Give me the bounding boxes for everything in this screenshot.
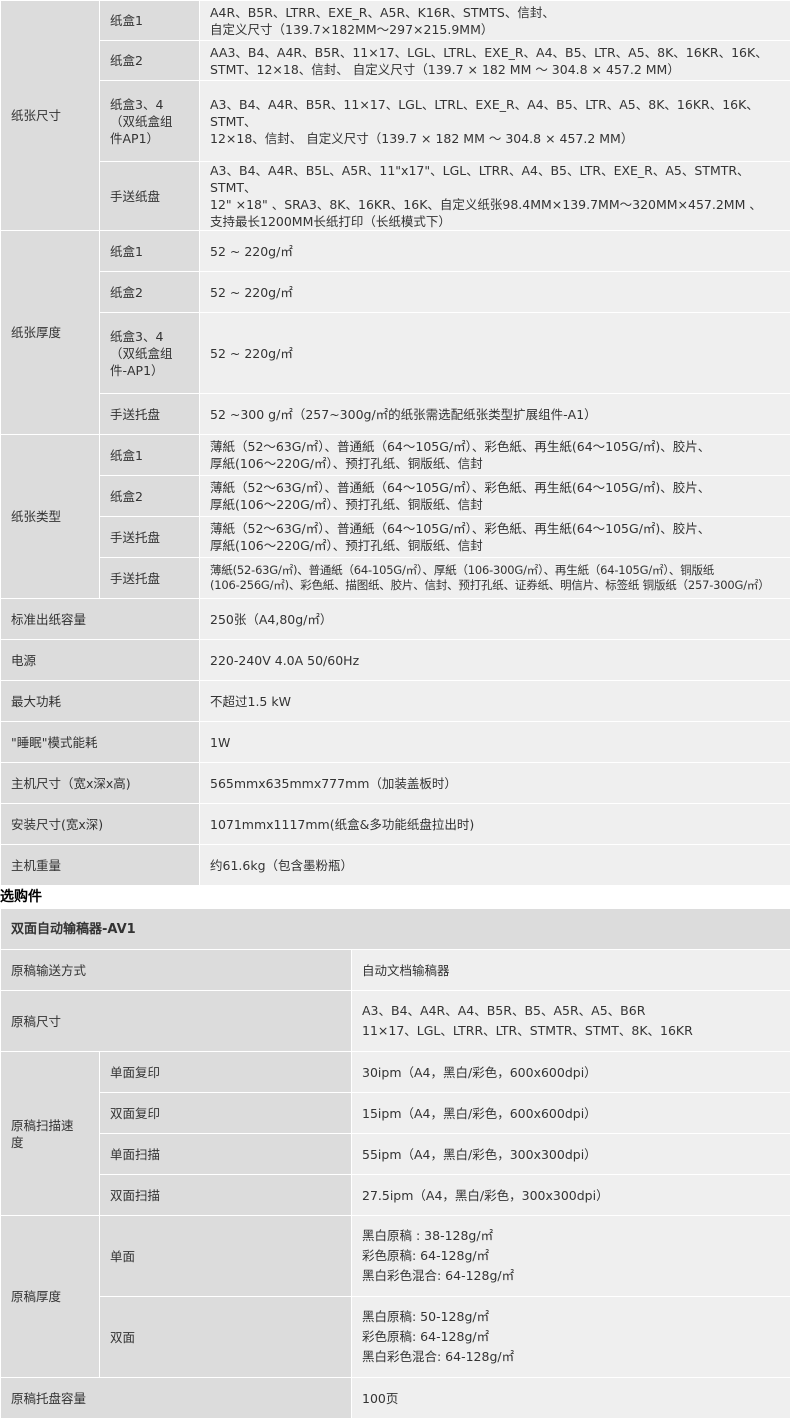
table-row: 双面 黑白原稿: 50-128g/㎡ 彩色原稿: 64-128g/㎡ 黑白彩色混… — [1, 1297, 790, 1378]
table-row: 最大功耗 不超过1.5 kW — [1, 681, 790, 722]
row-value: 薄紙（52～63G/㎡）、普通紙（64～105G/㎡）、彩色紙、再生紙(64～1… — [200, 435, 790, 476]
table-row: 原稿尺寸 A3、B4、A4R、A4、B5R、B5、A5R、A5、B6R 11×1… — [1, 991, 790, 1052]
table-row: 纸张厚度 纸盒1 52 ~ 220g/㎡ — [1, 231, 790, 272]
power-label: 电源 — [1, 640, 200, 681]
dimensions-label: 主机尺寸（宽x深x高) — [1, 763, 200, 804]
row-sub-label: 纸盒2 — [100, 272, 200, 313]
row-sub-label: 手送托盘 — [100, 394, 200, 435]
install-size-value: 1071mmx1117mm(纸盒&多功能纸盘拉出时) — [200, 804, 790, 845]
row-value: 52 ~ 220g/㎡ — [200, 272, 790, 313]
paper-weight-label: 纸张厚度 — [1, 231, 100, 435]
table-row: 原稿厚度 单面 黑白原稿 : 38-128g/㎡ 彩色原稿: 64-128g/㎡… — [1, 1216, 790, 1297]
table-row: 纸盒2 52 ~ 220g/㎡ — [1, 272, 790, 313]
row-value: 薄紙（52～63G/㎡）、普通紙（64～105G/㎡）、彩色紙、再生紙(64～1… — [200, 476, 790, 517]
row-sub-label: 手送纸盘 — [100, 162, 200, 231]
table-row: "睡眠"模式能耗 1W — [1, 722, 790, 763]
weight-label: 主机重量 — [1, 845, 200, 886]
table-row: 单面扫描 55ipm（A4，黑白/彩色，300x300dpi） — [1, 1134, 790, 1175]
sleep-power-label: "睡眠"模式能耗 — [1, 722, 200, 763]
options-section-title: 选购件 — [0, 886, 790, 908]
power-value: 220-240V 4.0A 50/60Hz — [200, 640, 790, 681]
options-table: 双面自动输稿器-AV1 原稿输送方式 自动文档输稿器 原稿尺寸 A3、B4、A4… — [0, 908, 790, 1419]
row-sub-label: 手送托盘 — [100, 558, 200, 599]
table-row: 双面扫描 27.5ipm（A4，黑白/彩色，300x300dpi） — [1, 1175, 790, 1216]
row-value: 52 ~ 220g/㎡ — [200, 313, 790, 394]
row-value: A3、B4、A4R、B5R、11×17、LGL、LTRL、EXE_R、A4、B5… — [200, 81, 790, 162]
row-sub-label: 单面扫描 — [100, 1134, 352, 1175]
original-size-label: 原稿尺寸 — [1, 991, 352, 1052]
output-capacity-value: 250张（A4,80g/㎡） — [200, 599, 790, 640]
row-value: 薄紙(52-63G/㎡)、普通紙（64-105G/㎡）、厚紙（106-300G/… — [200, 558, 790, 599]
feed-method-value: 自动文档输稿器 — [352, 950, 790, 991]
row-sub-label: 纸盒2 — [100, 41, 200, 81]
scan-speed-label: 原稿扫描速 度 — [1, 1052, 100, 1216]
weight-value: 约61.6kg（包含墨粉瓶） — [200, 845, 790, 886]
table-row: 纸张尺寸 纸盒1 A4R、B5R、LTRR、EXE_R、A5R、K16R、STM… — [1, 1, 790, 41]
table-row: 原稿托盘容量 100页 — [1, 1378, 790, 1419]
original-weight-label: 原稿厚度 — [1, 1216, 100, 1378]
row-value: AA3、B4、A4R、B5R、11×17、LGL、LTRL、EXE_R、A4、B… — [200, 41, 790, 81]
tray-capacity-value: 100页 — [352, 1378, 790, 1419]
row-value: A4R、B5R、LTRR、EXE_R、A5R、K16R、STMTS、信封、 自定… — [200, 1, 790, 41]
output-capacity-label: 标准出纸容量 — [1, 599, 200, 640]
max-power-value: 不超过1.5 kW — [200, 681, 790, 722]
dimensions-value: 565mmx635mmx777mm（加装盖板时） — [200, 763, 790, 804]
table-row: 电源 220-240V 4.0A 50/60Hz — [1, 640, 790, 681]
table-row: 安装尺寸(宽x深) 1071mmx1117mm(纸盒&多功能纸盘拉出时) — [1, 804, 790, 845]
sleep-power-value: 1W — [200, 722, 790, 763]
paper-size-label: 纸张尺寸 — [1, 1, 100, 231]
row-sub-label: 纸盒1 — [100, 231, 200, 272]
table-row: 原稿扫描速 度 单面复印 30ipm（A4，黑白/彩色，600x600dpi） — [1, 1052, 790, 1093]
row-value: 15ipm（A4，黑白/彩色，600x600dpi） — [352, 1093, 790, 1134]
table-row: 主机重量 约61.6kg（包含墨粉瓶） — [1, 845, 790, 886]
table-row: 纸张类型 纸盒1 薄紙（52～63G/㎡）、普通紙（64～105G/㎡）、彩色紙… — [1, 435, 790, 476]
install-size-label: 安装尺寸(宽x深) — [1, 804, 200, 845]
row-sub-label: 纸盒1 — [100, 435, 200, 476]
row-sub-label: 双面扫描 — [100, 1175, 352, 1216]
tray-capacity-label: 原稿托盘容量 — [1, 1378, 352, 1419]
row-sub-label: 单面 — [100, 1216, 352, 1297]
row-sub-label: 纸盒3、4 （双纸盒组 件-AP1） — [100, 313, 200, 394]
feed-method-label: 原稿输送方式 — [1, 950, 352, 991]
row-value: 55ipm（A4，黑白/彩色，300x300dpi） — [352, 1134, 790, 1175]
row-value: 30ipm（A4，黑白/彩色，600x600dpi） — [352, 1052, 790, 1093]
table-row: 手送托盘 薄紙(52-63G/㎡)、普通紙（64-105G/㎡）、厚紙（106-… — [1, 558, 790, 599]
table-row: 手送托盘 52 ~300 g/㎡（257~300g/㎡的纸张需选配纸张类型扩展组… — [1, 394, 790, 435]
row-sub-label: 纸盒1 — [100, 1, 200, 41]
table-row: 双面复印 15ipm（A4，黑白/彩色，600x600dpi） — [1, 1093, 790, 1134]
row-sub-label: 纸盒2 — [100, 476, 200, 517]
table-row: 双面自动输稿器-AV1 — [1, 909, 790, 950]
row-sub-label: 纸盒3、4 （双纸盒组 件AP1） — [100, 81, 200, 162]
table-row: 纸盒3、4 （双纸盒组 件AP1） A3、B4、A4R、B5R、11×17、LG… — [1, 81, 790, 162]
row-value: A3、B4、A4R、B5L、A5R、11"x17"、LGL、LTRR、A4、B5… — [200, 162, 790, 231]
row-value: 27.5ipm（A4，黑白/彩色，300x300dpi） — [352, 1175, 790, 1216]
row-value: 黑白原稿 : 38-128g/㎡ 彩色原稿: 64-128g/㎡ 黑白彩色混合:… — [352, 1216, 790, 1297]
original-size-value: A3、B4、A4R、A4、B5R、B5、A5R、A5、B6R 11×17、LGL… — [352, 991, 790, 1052]
row-value: 薄紙（52～63G/㎡）、普通紙（64～105G/㎡）、彩色紙、再生紙(64～1… — [200, 517, 790, 558]
row-sub-label: 手送托盘 — [100, 517, 200, 558]
row-sub-label: 双面 — [100, 1297, 352, 1378]
table-row: 原稿输送方式 自动文档输稿器 — [1, 950, 790, 991]
table-row: 纸盒2 AA3、B4、A4R、B5R、11×17、LGL、LTRL、EXE_R、… — [1, 41, 790, 81]
table-row: 纸盒3、4 （双纸盒组 件-AP1） 52 ~ 220g/㎡ — [1, 313, 790, 394]
max-power-label: 最大功耗 — [1, 681, 200, 722]
table-row: 标准出纸容量 250张（A4,80g/㎡） — [1, 599, 790, 640]
spec-table: 纸张尺寸 纸盒1 A4R、B5R、LTRR、EXE_R、A5R、K16R、STM… — [0, 0, 790, 886]
row-sub-label: 单面复印 — [100, 1052, 352, 1093]
table-row: 纸盒2 薄紙（52～63G/㎡）、普通紙（64～105G/㎡）、彩色紙、再生紙(… — [1, 476, 790, 517]
table-row: 主机尺寸（宽x深x高) 565mmx635mmx777mm（加装盖板时） — [1, 763, 790, 804]
row-value: 52 ~300 g/㎡（257~300g/㎡的纸张需选配纸张类型扩展组件-A1） — [200, 394, 790, 435]
paper-type-label: 纸张类型 — [1, 435, 100, 599]
row-value: 52 ~ 220g/㎡ — [200, 231, 790, 272]
table-row: 手送纸盘 A3、B4、A4R、B5L、A5R、11"x17"、LGL、LTRR、… — [1, 162, 790, 231]
adf-title: 双面自动输稿器-AV1 — [1, 909, 790, 950]
table-row: 手送托盘 薄紙（52～63G/㎡）、普通紙（64～105G/㎡）、彩色紙、再生紙… — [1, 517, 790, 558]
row-value: 黑白原稿: 50-128g/㎡ 彩色原稿: 64-128g/㎡ 黑白彩色混合: … — [352, 1297, 790, 1378]
row-sub-label: 双面复印 — [100, 1093, 352, 1134]
